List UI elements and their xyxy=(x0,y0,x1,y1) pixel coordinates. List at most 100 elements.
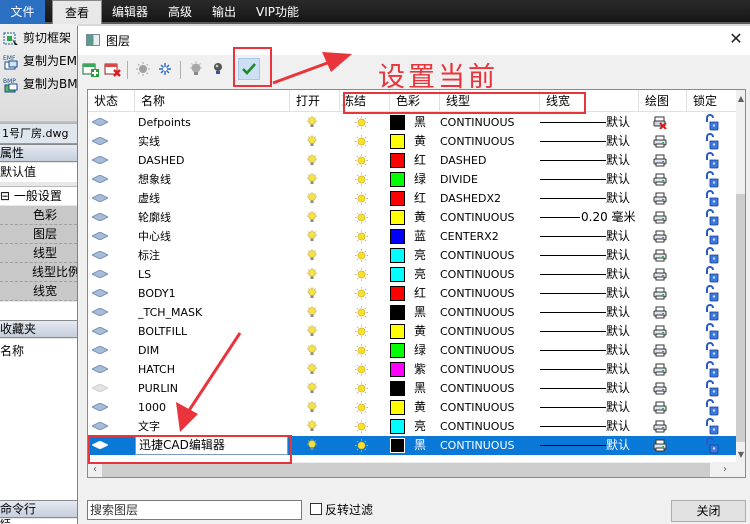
linetype[interactable]: CONTINUOUS xyxy=(440,398,515,417)
bulb-on-icon[interactable] xyxy=(306,401,318,414)
bulb-on-icon[interactable] xyxy=(306,154,318,167)
linetype[interactable]: CONTINUOUS xyxy=(440,284,515,303)
sun-thawed-icon[interactable] xyxy=(355,230,368,243)
layer-row[interactable]: DIM 绿 CONTINUOUS 默认 xyxy=(88,341,736,360)
horizontal-scroll-thumb[interactable] xyxy=(102,463,710,477)
color-swatch[interactable] xyxy=(390,115,405,130)
close-button[interactable]: 关闭 xyxy=(671,500,746,522)
favorites-header[interactable]: 收藏夹 xyxy=(0,320,77,338)
sun-thawed-icon[interactable] xyxy=(355,287,368,300)
column-name[interactable]: 名称 xyxy=(135,90,290,112)
column-status[interactable]: 状态 xyxy=(88,90,135,112)
layer-row[interactable]: HATCH 紫 CONTINUOUS 默认 xyxy=(88,360,736,379)
layer-name[interactable]: 文字 xyxy=(138,417,160,436)
lineweight[interactable]: 默认 xyxy=(606,265,630,284)
sun-thawed-icon[interactable] xyxy=(355,135,368,148)
bulb-on-icon[interactable] xyxy=(306,135,318,148)
layer-row[interactable]: _TCH_MASK 黑 CONTINUOUS 默认 xyxy=(88,303,736,322)
general-settings-group[interactable]: ⊟ 一般设置 xyxy=(0,186,77,205)
layer-row[interactable]: 实线 黄 CONTINUOUS 默认 xyxy=(88,132,736,151)
property-linetype[interactable]: 线型 xyxy=(0,244,77,263)
scroll-down-arrow[interactable]: ▼ xyxy=(736,448,745,462)
bulb-on-icon[interactable] xyxy=(306,382,318,395)
turn-on-button[interactable] xyxy=(207,58,229,80)
lineweight[interactable]: 默认 xyxy=(606,379,630,398)
lineweight[interactable]: 默认 xyxy=(606,398,630,417)
lineweight[interactable]: 默认 xyxy=(606,322,630,341)
sun-thawed-icon[interactable] xyxy=(355,439,368,452)
vertical-scrollbar[interactable]: ▲ ▼ xyxy=(736,90,745,462)
unlocked-icon[interactable] xyxy=(705,133,719,150)
bulb-on-icon[interactable] xyxy=(306,344,318,357)
lineweight[interactable]: 默认 xyxy=(606,189,630,208)
sun-thawed-icon[interactable] xyxy=(355,325,368,338)
tab-output[interactable]: 输出 xyxy=(204,0,244,24)
delete-layer-button[interactable] xyxy=(102,58,124,80)
column-lineweight[interactable]: 线宽 xyxy=(540,90,639,112)
color-swatch[interactable] xyxy=(390,134,405,149)
unlocked-icon[interactable] xyxy=(705,399,719,416)
sun-thawed-icon[interactable] xyxy=(355,116,368,129)
layer-row[interactable]: BODY1 红 CONTINUOUS 默认 xyxy=(88,284,736,303)
column-plot[interactable]: 绘图 xyxy=(639,90,687,112)
layer-row[interactable]: Defpoints 黑 CONTINUOUS 默认 xyxy=(88,113,736,132)
bulb-on-icon[interactable] xyxy=(306,192,318,205)
layer-name[interactable]: _TCH_MASK xyxy=(138,303,202,322)
sun-thawed-icon[interactable] xyxy=(355,249,368,262)
sun-thawed-icon[interactable] xyxy=(355,173,368,186)
printer-icon[interactable] xyxy=(653,249,667,262)
bulb-on-icon[interactable] xyxy=(306,211,318,224)
printer-icon[interactable] xyxy=(653,382,667,395)
bulb-on-icon[interactable] xyxy=(306,173,318,186)
unlocked-icon[interactable] xyxy=(705,247,719,264)
properties-header[interactable]: 属性 xyxy=(0,144,77,162)
color-swatch[interactable] xyxy=(390,362,405,377)
scroll-right-arrow[interactable]: › xyxy=(718,462,732,477)
unlocked-icon[interactable] xyxy=(705,209,719,226)
lineweight[interactable]: 默认 xyxy=(606,246,630,265)
layer-name[interactable]: PURLIN xyxy=(138,379,178,398)
horizontal-scrollbar[interactable]: ‹ › xyxy=(88,462,745,477)
lineweight[interactable]: 默认 xyxy=(606,170,630,189)
unlocked-icon[interactable] xyxy=(705,285,719,302)
color-swatch[interactable] xyxy=(390,210,405,225)
crop-frame-button[interactable]: 剪切框架 xyxy=(3,28,71,48)
printer-icon[interactable] xyxy=(653,325,667,338)
bulb-on-icon[interactable] xyxy=(306,116,318,129)
unlocked-icon[interactable] xyxy=(705,114,719,131)
lineweight[interactable]: 默认 xyxy=(606,417,630,436)
sun-thawed-icon[interactable] xyxy=(355,401,368,414)
unlocked-icon[interactable] xyxy=(705,228,719,245)
unlocked-icon[interactable] xyxy=(705,190,719,207)
sun-thawed-icon[interactable] xyxy=(355,382,368,395)
unlocked-icon[interactable] xyxy=(705,266,719,283)
linetype[interactable]: CONTINUOUS xyxy=(440,360,515,379)
layer-row[interactable]: 文字 亮 CONTINUOUS 默认 xyxy=(88,417,736,436)
printer-icon[interactable] xyxy=(653,439,667,452)
linetype[interactable]: CONTINUOUS xyxy=(440,322,515,341)
printer-icon[interactable] xyxy=(653,211,667,224)
layer-row[interactable]: 标注 亮 CONTINUOUS 默认 xyxy=(88,246,736,265)
color-swatch[interactable] xyxy=(390,248,405,263)
vertical-scroll-thumb[interactable] xyxy=(736,194,745,442)
printer-icon[interactable] xyxy=(653,268,667,281)
command-line-header[interactable]: 命令行 xyxy=(0,500,77,518)
unlocked-icon[interactable] xyxy=(705,171,719,188)
layer-row[interactable]: 轮廓线 黄 CONTINUOUS 0.20 毫米 xyxy=(88,208,736,227)
color-swatch[interactable] xyxy=(390,438,405,453)
color-swatch[interactable] xyxy=(390,153,405,168)
sun-thawed-icon[interactable] xyxy=(355,420,368,433)
scroll-up-arrow[interactable]: ▲ xyxy=(736,92,745,106)
layer-name[interactable]: HATCH xyxy=(138,360,175,379)
no-plot-icon[interactable] xyxy=(653,116,667,129)
sun-thawed-icon[interactable] xyxy=(355,268,368,281)
bulb-on-icon[interactable] xyxy=(306,287,318,300)
layer-row[interactable]: 1000 黄 CONTINUOUS 默认 xyxy=(88,398,736,417)
invert-filter-checkbox[interactable]: 反转过滤 xyxy=(310,502,373,518)
bulb-on-icon[interactable] xyxy=(306,268,318,281)
layer-row[interactable]: 虚线 红 DASHEDX2 默认 xyxy=(88,189,736,208)
tab-viewer[interactable]: 查看器 xyxy=(52,0,102,44)
color-swatch[interactable] xyxy=(390,419,405,434)
linetype[interactable]: CONTINUOUS xyxy=(440,113,515,132)
layer-name[interactable]: Defpoints xyxy=(138,113,191,132)
